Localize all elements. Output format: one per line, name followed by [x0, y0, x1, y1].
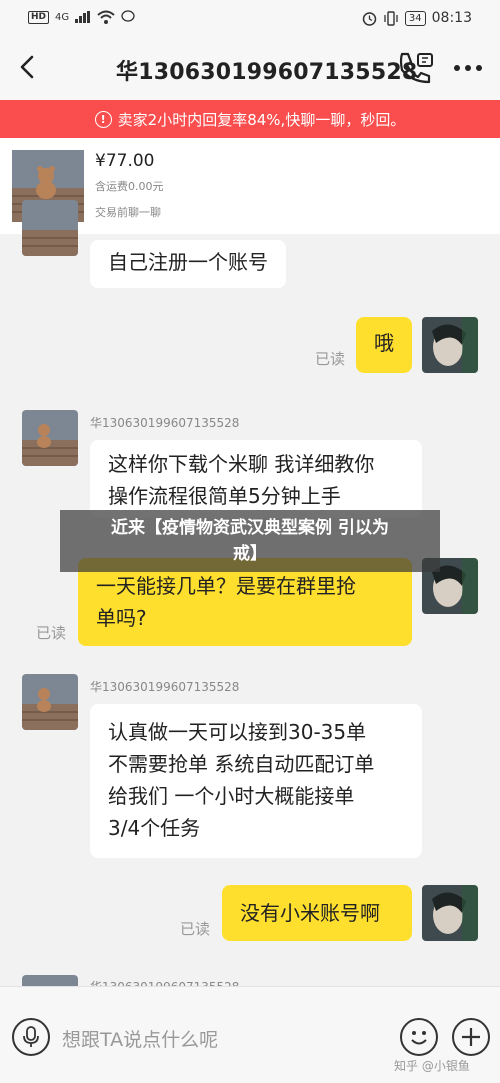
message-text: 自己注册一个账号 [108, 250, 268, 274]
seller-avatar[interactable] [22, 410, 78, 466]
status-bar: HD 4G 34 08:13 [0, 0, 500, 38]
seller-avatar[interactable] [22, 200, 78, 256]
reply-rate-banner: ! 卖家2小时内回复率84%,快聊一聊，秒回。 [0, 100, 500, 138]
message-bubble: 哦 [356, 317, 412, 373]
message-line: 一天能接几单？是要在群里抢 [96, 574, 356, 598]
message-line: 3/4个任务 [108, 816, 201, 840]
read-status: 已读 [315, 350, 346, 368]
more-dot [476, 65, 482, 71]
read-status: 已读 [180, 920, 211, 938]
message-line: 操作流程很简单5分钟上手 [108, 484, 341, 508]
message-bubble: 这样你下载个米聊 我详细教你 操作流程很简单5分钟上手 [90, 440, 422, 518]
wechat-status-icon [121, 10, 135, 22]
input-bar: 想跟TA说点什么呢 知乎 @小银鱼 [0, 986, 500, 1083]
vibrate-icon [384, 10, 398, 26]
signal-label: 4G [55, 11, 70, 23]
chevron-left-icon [20, 55, 34, 79]
battery-icon: 34 [404, 10, 426, 26]
headline-watermark: 近来【疫情物资武汉典型案例 引以为 戒】 [60, 510, 440, 572]
user-avatar[interactable] [422, 885, 478, 941]
user-avatar[interactable] [422, 317, 478, 373]
message-text: 哦 [374, 331, 394, 355]
message-bubble: 没有小米账号啊 [222, 885, 412, 941]
source-credit: 知乎 @小银鱼 [394, 1059, 470, 1073]
signal-icon [75, 11, 91, 23]
more-actions-button[interactable] [452, 1018, 490, 1056]
sender-name: 华130630199607135528 [90, 416, 240, 430]
message-bubble: 认真做一天可以接到30-35单 不需要抢单 系统自动匹配订单 给我们 一个小时大… [90, 704, 422, 858]
phone-icon [399, 52, 433, 84]
seller-avatar[interactable] [22, 674, 78, 730]
page-title: 华130630199607135528 [116, 60, 418, 85]
pre-trade-hint: 交易前聊一聊 [95, 206, 161, 219]
back-button[interactable] [10, 50, 44, 84]
message-input[interactable]: 想跟TA说点什么呢 [62, 1025, 218, 1052]
warning-icon: ! [94, 110, 112, 128]
message-line: 不需要抢单 系统自动匹配订单 [108, 752, 375, 776]
call-button[interactable] [396, 50, 436, 86]
more-dot [465, 65, 471, 71]
watermark-line: 近来【疫情物资武汉典型案例 引以为 [111, 518, 389, 538]
chat-header: 华130630199607135528 [0, 38, 500, 100]
sender-name: 华130630199607135528 [90, 680, 240, 694]
microphone-icon [23, 1026, 39, 1047]
message-line: 认真做一天可以接到30-35单 [108, 720, 367, 744]
voice-button[interactable] [12, 1018, 50, 1056]
message-line: 单吗? [96, 606, 147, 630]
plus-icon [462, 1028, 480, 1046]
banner-text: 卖家2小时内回复率84%,快聊一聊，秒回。 [117, 110, 406, 129]
emoji-button[interactable] [400, 1018, 438, 1056]
alarm-icon [362, 11, 377, 26]
hd-icon: HD [28, 10, 50, 24]
read-status: 已读 [36, 624, 67, 642]
smiley-icon [411, 1031, 427, 1045]
shipping-fee: 含运费0.00元 [95, 180, 164, 193]
more-icon [454, 65, 460, 71]
product-price: ¥77.00 [95, 151, 155, 171]
status-time: 08:13 [431, 10, 472, 26]
message-line: 这样你下载个米聊 我详细教你 [108, 452, 375, 476]
message-text: 没有小米账号啊 [240, 901, 380, 925]
message-line: 给我们 一个小时大概能接单 [108, 784, 355, 808]
message-bubble: 自己注册一个账号 [90, 240, 286, 288]
wifi-icon [97, 10, 115, 24]
more-button[interactable] [448, 50, 488, 86]
watermark-line: 戒】 [233, 544, 267, 564]
